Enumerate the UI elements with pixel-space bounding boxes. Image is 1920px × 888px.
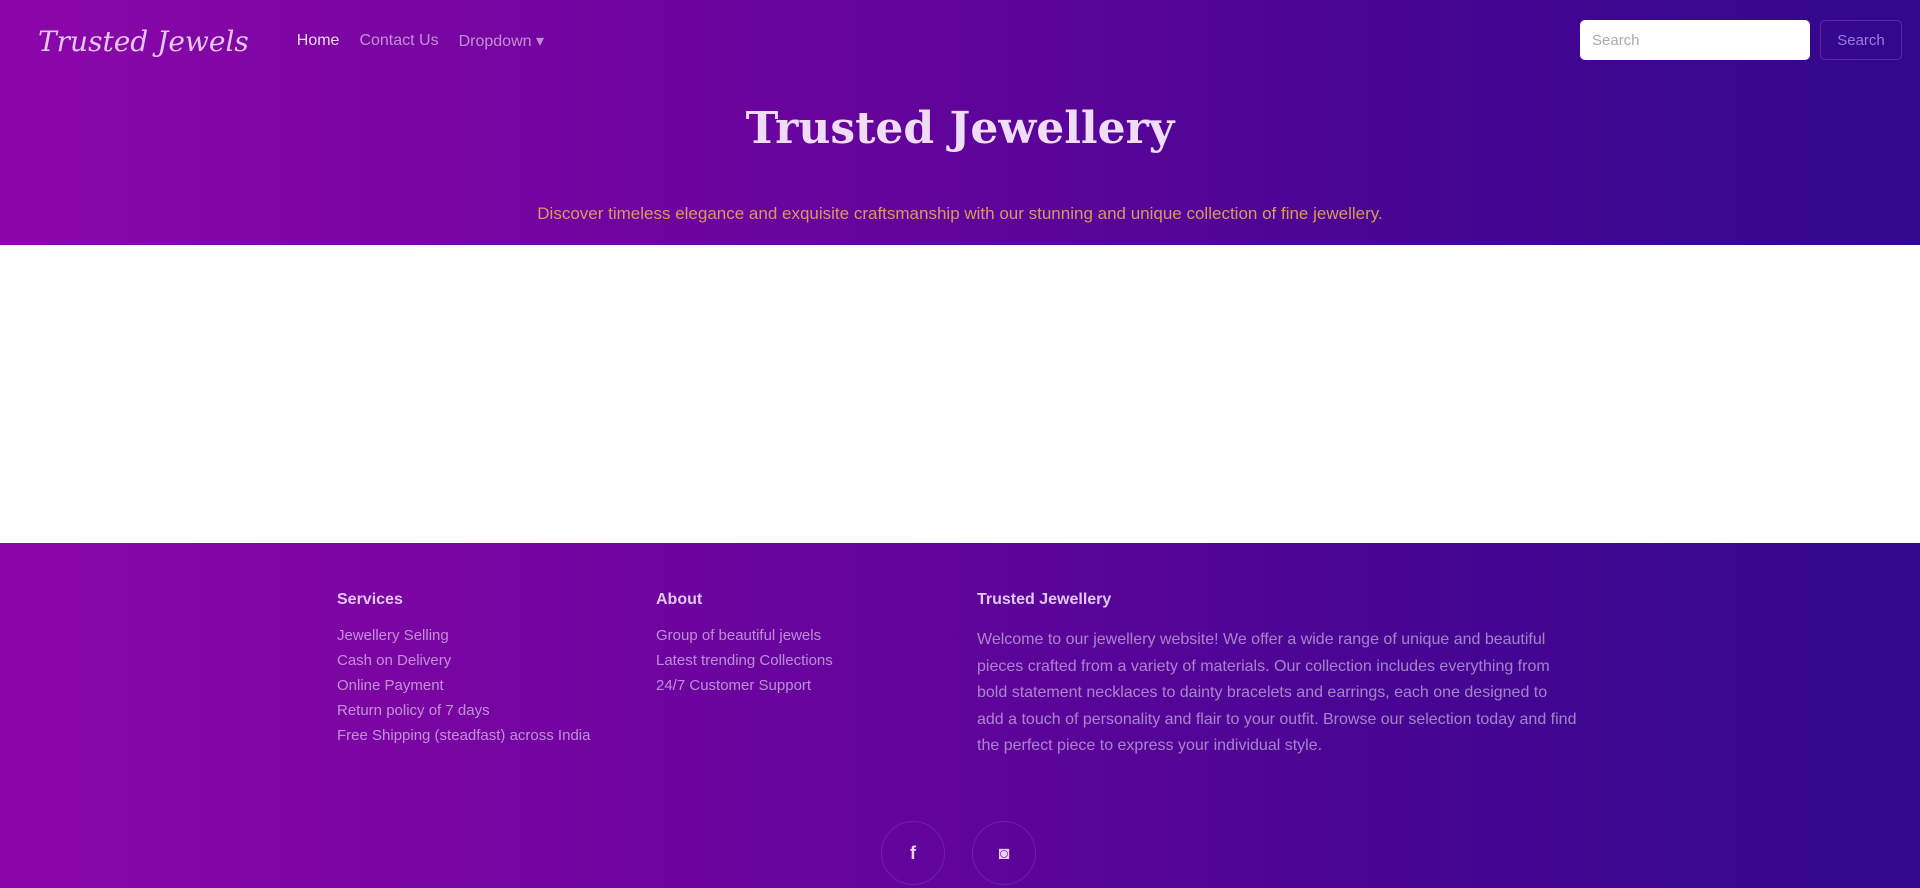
- hero-header: Trusted Jewels Home Contact Us Dropdown …: [0, 0, 1920, 245]
- brand-description: Welcome to our jewellery website! We off…: [977, 631, 1577, 754]
- service-item[interactable]: Jewellery Selling: [337, 627, 590, 644]
- brand-logo[interactable]: Trusted Jewels: [38, 25, 249, 58]
- nav-contact[interactable]: Contact Us: [359, 32, 438, 50]
- nav-dropdown[interactable]: Dropdown ▾: [459, 31, 544, 51]
- about-item[interactable]: Group of beautiful jewels: [656, 627, 833, 644]
- instagram-icon[interactable]: ◙: [972, 821, 1036, 885]
- service-item[interactable]: Return policy of 7 days: [337, 702, 590, 719]
- service-item[interactable]: Free Shipping (steadfast) across India: [337, 727, 590, 744]
- search-button[interactable]: Search: [1820, 20, 1902, 60]
- about-item[interactable]: Latest trending Collections: [656, 652, 833, 669]
- navbar: Trusted Jewels Home Contact Us Dropdown …: [0, 0, 1920, 82]
- about-item[interactable]: 24/7 Customer Support: [656, 677, 833, 694]
- nav-home[interactable]: Home: [297, 32, 340, 50]
- page-title: Trusted Jewellery: [745, 103, 1175, 154]
- about-heading: About: [656, 591, 703, 608]
- footer: Services Jewellery Selling Cash on Deliv…: [0, 543, 1920, 888]
- content-area: [0, 245, 1920, 543]
- tagline: Discover timeless elegance and exquisite…: [537, 204, 1383, 223]
- services-heading: Services: [337, 591, 403, 608]
- footer-about: About Group of beautiful jewels Latest t…: [656, 591, 833, 702]
- search-input[interactable]: [1580, 20, 1810, 60]
- footer-brand: Trusted Jewellery Welcome to our jewelle…: [977, 591, 1577, 760]
- facebook-icon[interactable]: f: [881, 821, 945, 885]
- brand-heading: Trusted Jewellery: [977, 591, 1112, 608]
- footer-services: Services Jewellery Selling Cash on Deliv…: [337, 591, 590, 752]
- service-item[interactable]: Cash on Delivery: [337, 652, 590, 669]
- service-item[interactable]: Online Payment: [337, 677, 590, 694]
